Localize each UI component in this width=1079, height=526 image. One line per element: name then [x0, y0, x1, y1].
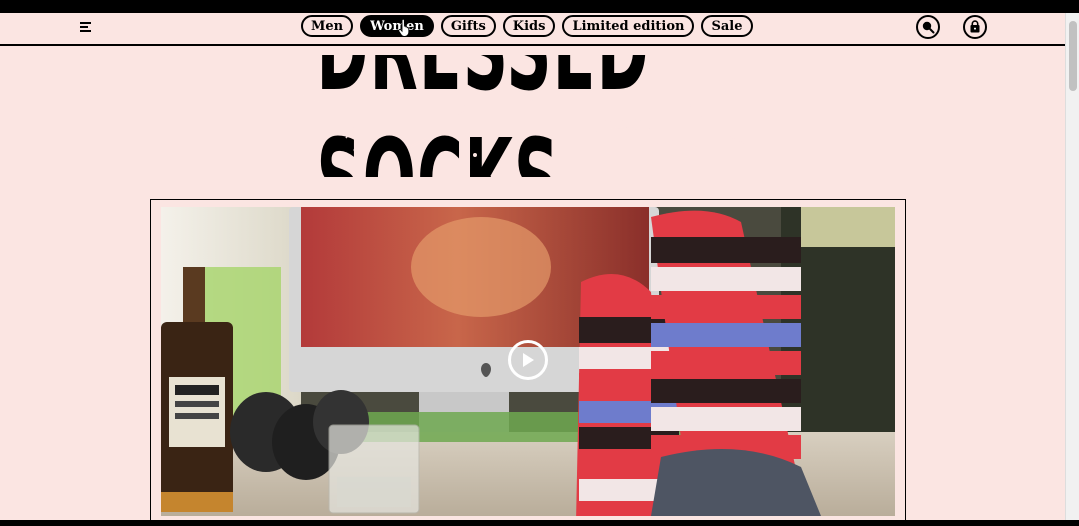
nav-pill-kids[interactable]: Kids [502, 15, 556, 37]
category-nav: Men Women Gifts Kids Limited edition Sal… [301, 15, 753, 37]
mouse-pointer-hand-icon [398, 19, 410, 37]
top-navigation: Men Women Gifts Kids Limited edition Sal… [0, 13, 1065, 46]
logo-distress-texture [299, 84, 745, 157]
shopping-bag-icon [970, 20, 980, 33]
page: Men Women Gifts Kids Limited edition Sal… [0, 13, 1065, 520]
nav-pill-men[interactable]: Men [301, 15, 354, 37]
browser-top-bar [0, 0, 1079, 13]
scrollbar-thumb[interactable] [1069, 21, 1077, 91]
search-button[interactable] [916, 15, 940, 39]
brand-logo[interactable]: DRESSED SOCKS [150, 55, 906, 177]
shopping-bag-button[interactable] [963, 15, 987, 39]
hero-video-frame [150, 199, 906, 520]
hamburger-menu-icon[interactable] [80, 21, 92, 33]
play-icon [523, 353, 534, 367]
search-icon [922, 21, 935, 34]
hero-video[interactable] [161, 207, 895, 516]
play-video-button[interactable] [508, 340, 548, 380]
nav-pill-gifts[interactable]: Gifts [440, 15, 496, 37]
nav-pill-women[interactable]: Women [360, 15, 434, 37]
browser-bottom-edge [0, 520, 1079, 526]
vertical-scrollbar[interactable] [1065, 13, 1079, 520]
nav-pill-limited-edition[interactable]: Limited edition [562, 15, 695, 37]
nav-pill-sale[interactable]: Sale [701, 15, 753, 37]
